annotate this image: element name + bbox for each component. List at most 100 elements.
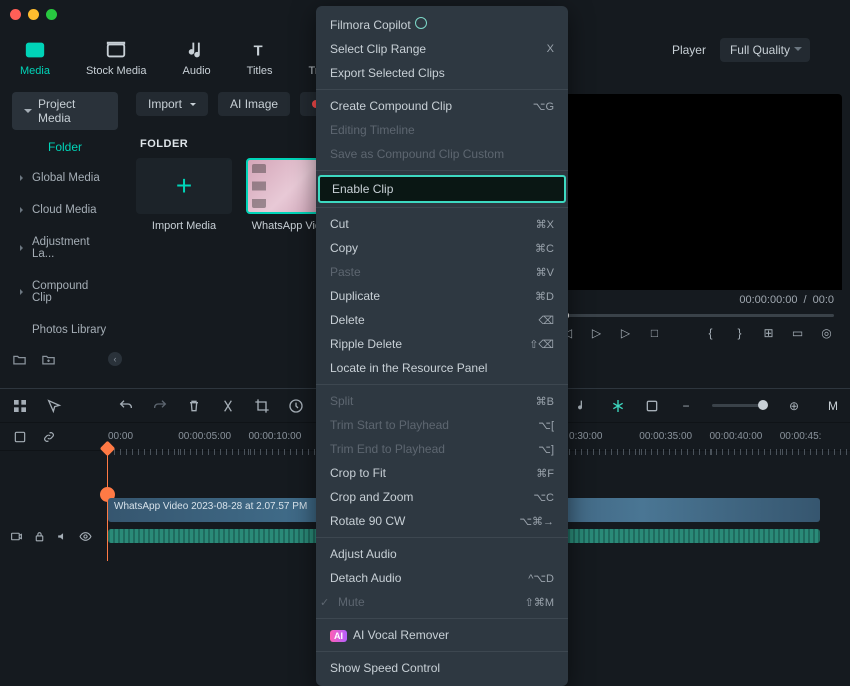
context-menu: Filmora Copilot Select Clip RangeX Expor… <box>316 6 568 686</box>
sidebar-item-compound[interactable]: Compound Clip <box>12 272 118 312</box>
menu-label: Select Clip Range <box>330 42 426 56</box>
menu-label: Paste <box>330 265 361 279</box>
play-outline-button[interactable]: ▷ <box>589 325 604 340</box>
mark-out-icon[interactable]: } <box>732 325 747 340</box>
menu-label: Filmora Copilot <box>330 18 411 32</box>
sidebar-collapse-button[interactable]: ‹ <box>108 352 122 366</box>
sidebar-item-photos[interactable]: Photos Library <box>12 316 118 344</box>
tab-audio-label: Audio <box>183 65 211 77</box>
sidebar-item-label: Photos Library <box>32 324 106 336</box>
sidebar-item-global[interactable]: Global Media <box>12 164 118 192</box>
menu-enable-clip[interactable]: Enable Clip <box>318 175 566 203</box>
display-icon[interactable]: ▭ <box>790 325 805 340</box>
mark-in-icon[interactable]: { <box>703 325 718 340</box>
link-icon[interactable] <box>41 430 56 445</box>
timecode-current: 00:00:00:00 <box>739 294 797 306</box>
import-media-label: Import Media <box>152 220 216 232</box>
shortcut: ⌘D <box>535 290 554 303</box>
menu-delete[interactable]: Delete⌫ <box>316 308 568 332</box>
track-video-icon[interactable] <box>10 529 23 544</box>
zoom-in-icon[interactable]: ⊕ <box>786 398 802 414</box>
stop-button[interactable]: □ <box>647 325 662 340</box>
menu-label: AI Vocal Remover <box>353 628 449 642</box>
safe-zone-icon[interactable]: ⊞ <box>761 325 776 340</box>
delete-icon[interactable] <box>186 398 202 414</box>
menu-label: Locate in the Resource Panel <box>330 361 487 375</box>
plus-icon[interactable]: + <box>136 158 232 214</box>
menu-copy[interactable]: Copy⌘C <box>316 236 568 260</box>
menu-separator <box>316 651 568 652</box>
sidebar-item-label: Global Media <box>32 172 100 184</box>
quality-dropdown[interactable]: Full Quality <box>720 38 810 62</box>
track-mute-icon[interactable] <box>56 529 69 544</box>
sidebar-item-adjustment[interactable]: Adjustment La... <box>12 228 118 268</box>
new-bin-icon[interactable] <box>41 352 56 367</box>
ai-image-label: AI Image <box>230 97 278 111</box>
track-header-icon[interactable] <box>12 430 27 445</box>
menu-rotate[interactable]: Rotate 90 CW⌥⌘→ <box>316 509 568 533</box>
clip-label: WhatsApp Video 2023-08-28 at 2.07.57 PM <box>114 501 307 512</box>
zoom-out-icon[interactable]: − <box>678 398 694 414</box>
sidebar-project-media[interactable]: Project Media <box>12 92 118 130</box>
menu-duplicate[interactable]: Duplicate⌘D <box>316 284 568 308</box>
track-visible-icon[interactable] <box>79 529 92 544</box>
sidebar-folder[interactable]: Folder <box>12 134 118 160</box>
import-dropdown[interactable]: Import <box>136 92 208 116</box>
tab-media[interactable]: Media <box>20 39 50 77</box>
undo-icon[interactable] <box>118 398 134 414</box>
progress-bar[interactable] <box>560 314 834 317</box>
menu-export-selected[interactable]: Export Selected Clips <box>316 61 568 85</box>
shortcut: ⌫ <box>538 314 554 327</box>
menu-separator <box>316 618 568 619</box>
menu-detach-audio[interactable]: Detach Audio^⌥D <box>316 566 568 590</box>
speed-icon[interactable] <box>288 398 304 414</box>
menu-speed-control[interactable]: Show Speed Control <box>316 656 568 680</box>
tab-titles[interactable]: T Titles <box>247 39 273 77</box>
menu-cut[interactable]: Cut⌘X <box>316 212 568 236</box>
close-icon[interactable] <box>10 9 21 20</box>
menu-select-clip-range[interactable]: Select Clip RangeX <box>316 37 568 61</box>
ai-image-button[interactable]: AI Image <box>218 92 290 116</box>
pointer-icon[interactable] <box>46 398 62 414</box>
timeline-mode-letter[interactable]: M <box>828 399 838 413</box>
menu-label: Show Speed Control <box>330 661 440 675</box>
menu-label: Cut <box>330 217 349 231</box>
shortcut: ⇧⌫ <box>529 338 554 351</box>
menu-separator <box>316 537 568 538</box>
menu-locate-resource[interactable]: Locate in the Resource Panel <box>316 356 568 380</box>
shortcut: ⌥⌘→ <box>519 515 554 528</box>
track-lock-icon[interactable] <box>33 529 46 544</box>
tab-stock-media[interactable]: Stock Media <box>86 39 147 77</box>
sidebar-item-cloud[interactable]: Cloud Media <box>12 196 118 224</box>
menu-separator <box>316 207 568 208</box>
maximize-icon[interactable] <box>46 9 57 20</box>
minimize-icon[interactable] <box>28 9 39 20</box>
new-folder-icon[interactable] <box>12 352 27 367</box>
menu-ripple-delete[interactable]: Ripple Delete⇧⌫ <box>316 332 568 356</box>
tab-audio[interactable]: Audio <box>183 39 211 77</box>
crop-icon[interactable] <box>254 398 270 414</box>
import-label: Import <box>148 97 182 111</box>
zoom-slider[interactable] <box>712 404 768 407</box>
grid-icon[interactable] <box>12 398 28 414</box>
menu-crop-zoom[interactable]: Crop and Zoom⌥C <box>316 485 568 509</box>
split-icon[interactable] <box>220 398 236 414</box>
audio-mix-icon[interactable] <box>576 398 592 414</box>
menu-ai-vocal-remover[interactable]: AIAI Vocal Remover <box>316 623 568 647</box>
menu-label: Mute <box>338 595 365 609</box>
menu-create-compound[interactable]: Create Compound Clip⌥G <box>316 94 568 118</box>
traffic-lights[interactable] <box>10 9 57 20</box>
marker-icon[interactable] <box>644 398 660 414</box>
snapshot-icon[interactable]: ◎ <box>819 325 834 340</box>
menu-adjust-audio[interactable]: Adjust Audio <box>316 542 568 566</box>
play-button[interactable]: ▷ <box>618 325 633 340</box>
ai-enhance-icon[interactable] <box>610 398 626 414</box>
menu-filmora-copilot[interactable]: Filmora Copilot <box>316 12 568 37</box>
shortcut: ⌘F <box>536 467 554 480</box>
redo-icon[interactable] <box>152 398 168 414</box>
menu-label: Split <box>330 394 353 408</box>
shortcut: ⌘V <box>536 266 554 279</box>
menu-editing-timeline: Editing Timeline <box>316 118 568 142</box>
menu-crop-fit[interactable]: Crop to Fit⌘F <box>316 461 568 485</box>
import-media-tile[interactable]: + Import Media <box>136 158 232 232</box>
